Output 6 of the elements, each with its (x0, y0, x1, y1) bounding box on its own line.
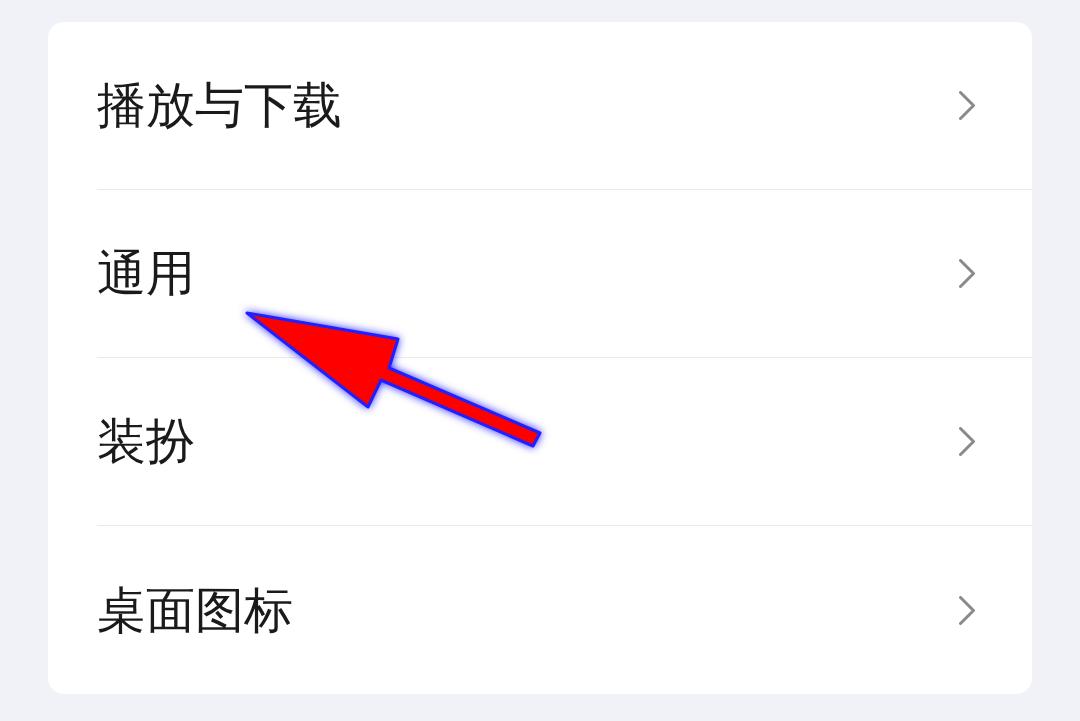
chevron-right-icon (959, 427, 975, 456)
chevron-right-icon (959, 259, 975, 288)
chevron-right-icon (959, 91, 975, 120)
chevron-right-icon (959, 595, 975, 625)
settings-item[interactable]: 桌面图标 (97, 526, 1032, 694)
settings-item[interactable]: 播放与下载 (97, 22, 1032, 190)
